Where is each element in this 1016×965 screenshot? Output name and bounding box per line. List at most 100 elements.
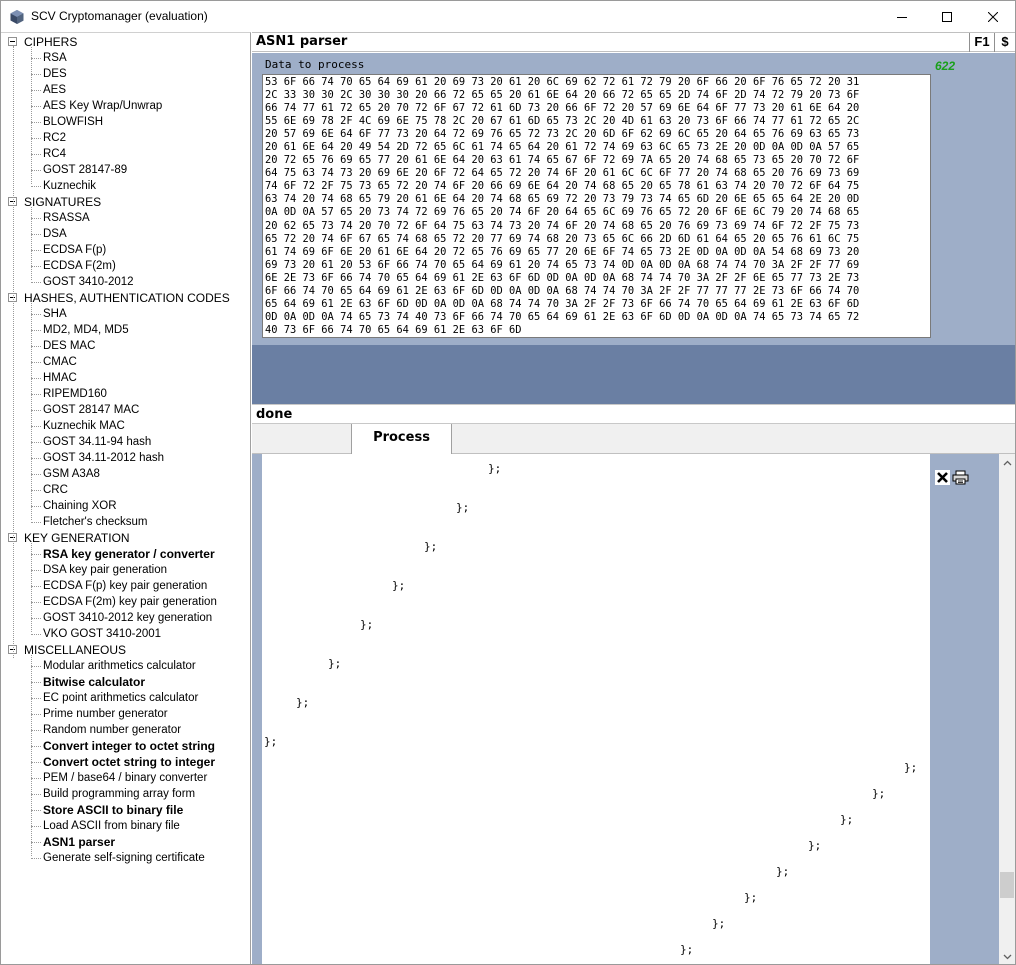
tree-item[interactable]: GOST 28147-89 [43, 162, 127, 178]
tree-item[interactable]: ASN1 parser [43, 834, 115, 850]
tree-item[interactable]: AES [43, 82, 66, 98]
maximize-icon [942, 11, 952, 22]
tree-connector [31, 842, 41, 843]
hex-line: 69 73 20 61 20 53 6F 66 74 70 65 64 69 6… [265, 258, 860, 271]
output-line: }; [808, 839, 822, 852]
tree-connector [31, 746, 41, 747]
tree-item[interactable]: Random number generator [43, 722, 181, 738]
chevron-up-icon [1003, 460, 1011, 465]
tree-item[interactable]: GSM A3A8 [43, 466, 100, 482]
function-tree[interactable]: CIPHERS RSA DES AES AES Key Wrap/Unwrap BLOWF… [1, 32, 251, 964]
tree-item[interactable]: CMAC [43, 354, 77, 370]
scroll-down-button[interactable] [999, 948, 1015, 964]
close-button[interactable] [970, 1, 1015, 32]
minimize-button[interactable] [879, 1, 925, 32]
output-scrollbar[interactable] [999, 454, 1015, 964]
tree-item[interactable]: AES Key Wrap/Unwrap [43, 98, 162, 114]
hex-line: 55 6E 69 78 2F 4C 69 6E 75 78 2C 20 67 6… [265, 115, 860, 128]
tree-item[interactable]: RC2 [43, 130, 66, 146]
tree-item[interactable]: Load ASCII from binary file [43, 818, 180, 834]
hex-line: 6F 66 74 70 65 64 69 61 2E 63 6F 6D 0D 0… [265, 284, 860, 297]
tree-connector [31, 490, 41, 491]
process-button[interactable]: Process [351, 424, 452, 454]
tree-connector [31, 634, 41, 635]
tree-item[interactable]: GOST 3410-2012 [43, 274, 134, 290]
output-text[interactable]: };};};};};};};};};};};};};};};}; [262, 454, 930, 964]
tree-item[interactable]: GOST 34.11-94 hash [43, 434, 151, 450]
hex-data-input[interactable]: 53 6F 66 74 70 65 64 69 61 20 69 73 20 6… [262, 74, 931, 338]
tree-item[interactable]: Convert integer to octet string [43, 738, 215, 754]
close-icon [988, 11, 998, 22]
clear-x-icon[interactable] [935, 470, 950, 485]
tree-item[interactable]: Prime number generator [43, 706, 168, 722]
output-line: }; [360, 618, 374, 631]
tree-item[interactable]: HMAC [43, 370, 77, 386]
tree-item[interactable]: Kuznechik MAC [43, 418, 125, 434]
title-bar[interactable]: SCV Cryptomanager (evaluation) [1, 1, 1015, 32]
tree-item[interactable]: ECDSA F(2m) key pair generation [43, 594, 217, 610]
status-bar: done [252, 404, 1015, 424]
tree-item[interactable]: RSA key generator / converter [43, 546, 215, 562]
tree-connector [31, 826, 41, 827]
tree-item[interactable]: EC point arithmetics calculator [43, 690, 198, 706]
tree-connector [31, 330, 41, 331]
app-window: SCV Cryptomanager (evaluation) CIPHERS RS… [0, 0, 1016, 965]
tree-connector [31, 778, 41, 779]
tree-item[interactable]: ECDSA F(p) [43, 242, 106, 258]
tree-item[interactable]: SHA [43, 306, 67, 322]
tree-connector [31, 618, 41, 619]
tree-item[interactable]: Kuznechik [43, 178, 96, 194]
tree-item[interactable]: Build programming array form [43, 786, 195, 802]
scroll-thumb[interactable] [1000, 872, 1014, 898]
tree-item[interactable]: DES [43, 66, 67, 82]
hex-line: 40 73 6F 66 74 70 65 64 69 61 2E 63 6F 6… [265, 323, 522, 336]
tree-item[interactable]: GOST 3410-2012 key generation [43, 610, 212, 626]
tree-item[interactable]: Bitwise calculator [43, 674, 145, 690]
tree-item[interactable]: Generate self-signing certificate [43, 850, 205, 866]
tree-item[interactable]: Store ASCII to binary file [43, 802, 183, 818]
tree-connector [31, 58, 41, 59]
tree-item[interactable]: DSA [43, 226, 67, 242]
tree-item[interactable]: MD2, MD4, MD5 [43, 322, 129, 338]
printer-icon[interactable] [952, 470, 969, 485]
output-line: }; [424, 540, 438, 553]
collapse-minus-icon[interactable] [8, 37, 17, 46]
tree-connector [31, 602, 41, 603]
tree-item[interactable]: ECDSA F(p) key pair generation [43, 578, 207, 594]
output-line: }; [840, 813, 854, 826]
tree-connector [31, 442, 41, 443]
tree-item[interactable]: RIPEMD160 [43, 386, 107, 402]
tree-item[interactable]: Chaining XOR [43, 498, 117, 514]
hex-line: 53 6F 66 74 70 65 64 69 61 20 69 73 20 6… [265, 76, 860, 88]
tree-connector [31, 570, 41, 571]
tree-connector [31, 122, 41, 123]
maximize-button[interactable] [924, 1, 970, 32]
minimize-icon [897, 16, 907, 18]
tree-item[interactable]: DES MAC [43, 338, 95, 354]
tree-item[interactable]: GOST 34.11-2012 hash [43, 450, 164, 466]
tree-item[interactable]: Fletcher's checksum [43, 514, 147, 530]
tree-item[interactable]: Convert octet string to integer [43, 754, 215, 770]
tree-item[interactable]: BLOWFISH [43, 114, 103, 130]
tree-item[interactable]: RSASSA [43, 210, 90, 226]
tree-connector [31, 810, 41, 811]
tree-item[interactable]: RC4 [43, 146, 66, 162]
tree-item[interactable]: RSA [43, 50, 67, 66]
tree-connector [31, 506, 41, 507]
tree-item[interactable]: VKO GOST 3410-2001 [43, 626, 161, 642]
tree-connector [31, 426, 41, 427]
tree-item[interactable]: PEM / base64 / binary converter [43, 770, 207, 786]
tree-item[interactable]: ECDSA F(2m) [43, 258, 116, 274]
tree-item[interactable]: DSA key pair generation [43, 562, 167, 578]
help-button[interactable]: F1 [969, 33, 994, 52]
tree-item[interactable]: GOST 28147 MAC [43, 402, 139, 418]
tree-item[interactable]: CRC [43, 482, 68, 498]
hex-line: 61 74 69 6F 6E 20 61 6E 64 20 72 65 76 6… [265, 245, 860, 258]
tree-item[interactable]: Modular arithmetics calculator [43, 658, 196, 674]
output-line: }; [488, 462, 502, 475]
price-button[interactable]: $ [994, 33, 1015, 52]
chevron-down-icon [1003, 954, 1011, 959]
scroll-up-button[interactable] [999, 454, 1015, 471]
tree-group-label: CIPHERS [24, 35, 78, 49]
tree-group-label: SIGNATURES [24, 195, 102, 209]
